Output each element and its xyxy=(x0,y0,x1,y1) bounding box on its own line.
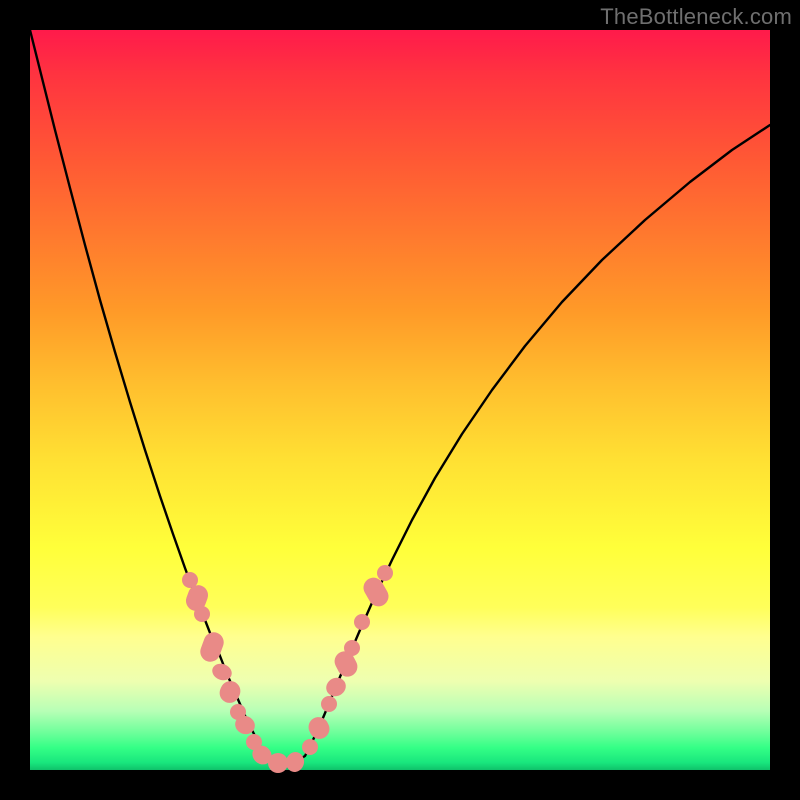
bead-17 xyxy=(344,640,360,656)
bead-20 xyxy=(377,565,393,581)
bead-11 xyxy=(284,750,307,774)
bead-15 xyxy=(323,674,349,699)
watermark-text: TheBottleneck.com xyxy=(600,4,792,30)
bottleneck-curve xyxy=(30,30,770,765)
bead-12 xyxy=(302,739,318,755)
bead-10 xyxy=(268,753,288,773)
bead-2 xyxy=(194,606,210,622)
data-beads xyxy=(182,565,393,774)
chart-root: TheBottleneck.com xyxy=(0,0,800,800)
bead-13 xyxy=(305,714,333,743)
curve-path xyxy=(30,30,770,765)
bead-18 xyxy=(354,614,370,630)
chart-overlay xyxy=(30,30,770,770)
bead-14 xyxy=(321,696,337,712)
plot-area xyxy=(30,30,770,770)
